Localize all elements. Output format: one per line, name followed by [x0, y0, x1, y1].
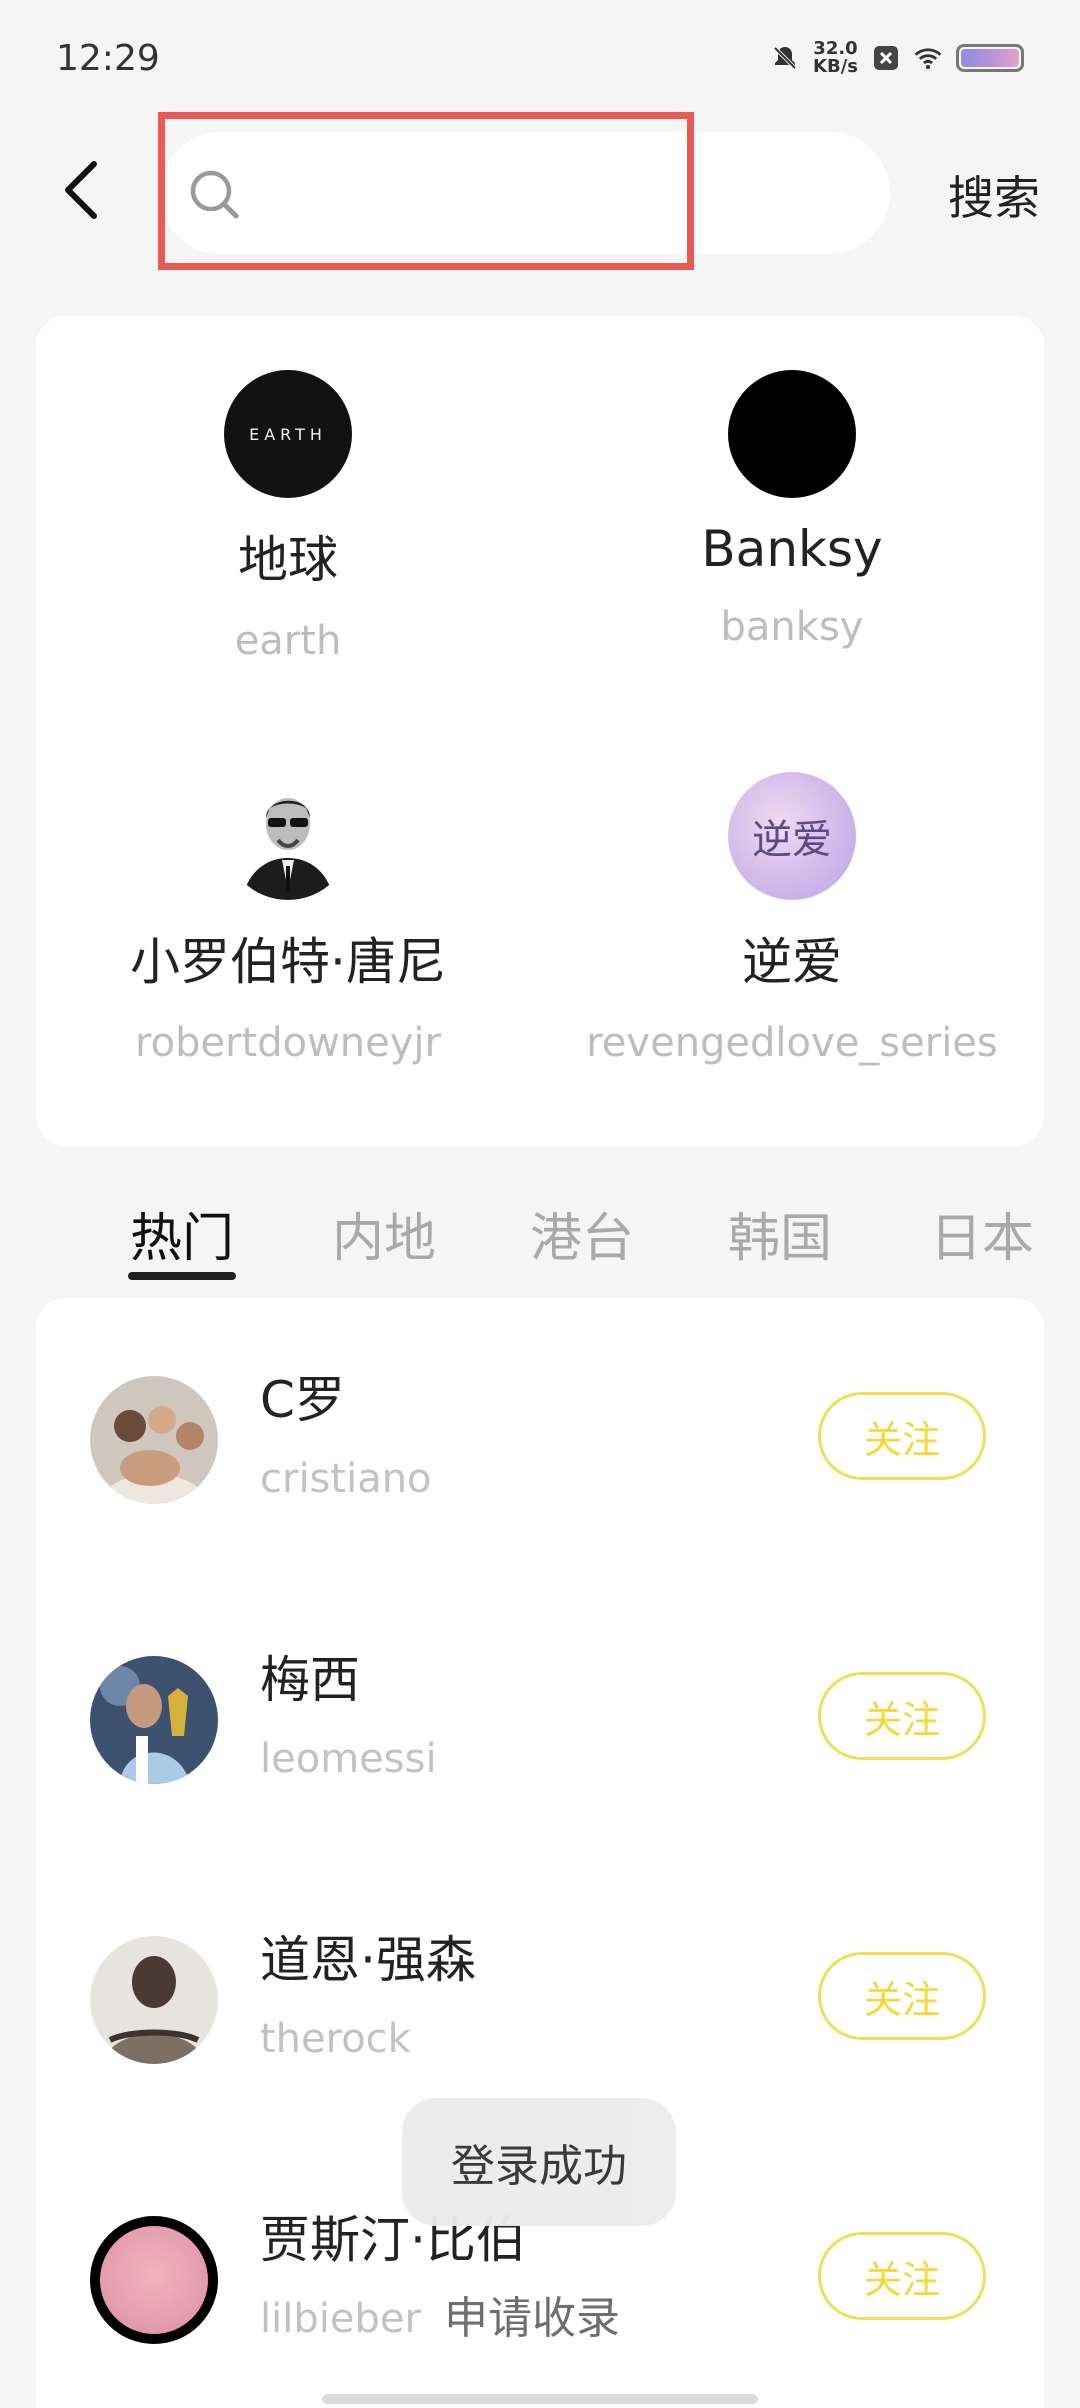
speed-unit: KB/s	[813, 56, 858, 77]
featured-handle: robertdowneyjr	[135, 1020, 441, 1066]
avatar: EARTH	[224, 370, 352, 498]
search-input-highlight	[158, 112, 694, 270]
avatar-text: 逆爱	[752, 817, 832, 863]
search-button[interactable]: 搜索	[948, 162, 1040, 228]
avatar	[90, 1656, 218, 1784]
network-speed: 32.0 KB/s	[813, 40, 858, 76]
tab-japan[interactable]: 日本	[930, 1196, 1034, 1271]
list-handle: lilbieber	[260, 2296, 421, 2342]
list-name: 道恩·强森	[260, 1931, 476, 1989]
tab-mainland[interactable]: 内地	[332, 1196, 436, 1271]
follow-button[interactable]: 关注	[818, 2232, 986, 2320]
featured-name: 地球	[238, 531, 338, 589]
featured-item[interactable]: EARTH 地球 earth	[36, 370, 540, 664]
apply-link[interactable]: 申请收录	[444, 2282, 620, 2346]
back-button[interactable]	[50, 150, 110, 230]
tab-korea[interactable]: 韩国	[728, 1196, 832, 1271]
active-tab-indicator	[128, 1272, 236, 1280]
list-name: 梅西	[260, 1651, 360, 1709]
tab-hot[interactable]: 热门	[130, 1196, 234, 1271]
avatar	[90, 1936, 218, 2064]
featured-handle: banksy	[720, 604, 864, 650]
featured-handle: earth	[234, 618, 342, 664]
follow-button[interactable]: 关注	[818, 1392, 986, 1480]
featured-item[interactable]: 小罗伯特·唐尼 robertdowneyjr	[36, 772, 540, 1066]
list-handle: cristiano	[260, 1456, 432, 1502]
list-name: C罗	[260, 1371, 345, 1429]
bell-muted-icon	[771, 44, 799, 72]
toast-message: 登录成功	[402, 2098, 676, 2226]
list-handle: leomessi	[260, 1736, 437, 1782]
avatar	[728, 370, 856, 498]
home-indicator[interactable]	[322, 2394, 758, 2404]
avatar	[90, 2216, 218, 2344]
featured-name: 小罗伯特·唐尼	[130, 933, 446, 991]
featured-card: EARTH 地球 earth Banksy banksy 小罗伯特·唐尼 rob…	[36, 316, 1044, 1146]
follow-button[interactable]: 关注	[818, 1672, 986, 1760]
status-icons: 32.0 KB/s	[771, 40, 1024, 76]
celebrity-list: C罗 cristiano 关注 梅西 leomessi 关注 道恩·强森 the…	[36, 1298, 1044, 2408]
featured-name: 逆爱	[742, 933, 842, 991]
list-handle: therock	[260, 2016, 411, 2062]
list-item[interactable]: C罗 cristiano 关注	[36, 1298, 1044, 1518]
status-time: 12:29	[56, 38, 160, 79]
featured-item[interactable]: Banksy banksy	[540, 370, 1044, 650]
featured-item[interactable]: 逆爱 逆爱 revengedlove_series	[540, 772, 1044, 1066]
list-item[interactable]: 道恩·强森 therock 关注	[36, 1858, 1044, 2078]
avatar-text: EARTH	[249, 424, 327, 444]
battery-icon	[956, 44, 1024, 72]
person-portrait	[224, 772, 352, 900]
chevron-left-icon	[65, 161, 97, 219]
tab-hk-tw[interactable]: 港台	[530, 1196, 634, 1271]
featured-handle: revengedlove_series	[586, 1020, 998, 1066]
featured-name: Banksy	[701, 520, 883, 578]
status-bar: 12:29 32.0 KB/s	[0, 0, 1080, 120]
avatar: 逆爱	[728, 772, 856, 900]
avatar	[224, 772, 352, 900]
close-box-icon	[872, 44, 900, 72]
list-item[interactable]: 梅西 leomessi 关注	[36, 1578, 1044, 1798]
follow-button[interactable]: 关注	[818, 1952, 986, 2040]
avatar	[90, 1376, 218, 1504]
wifi-icon	[914, 44, 942, 72]
